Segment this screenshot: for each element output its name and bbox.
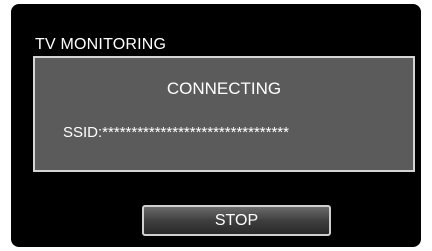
ssid-value: SSID:******************************** [63, 124, 289, 141]
stop-button[interactable]: STOP [142, 205, 331, 236]
connection-dialog: CONNECTING SSID:************************… [33, 56, 415, 172]
camera-screen: TV MONITORING CONNECTING SSID:**********… [11, 4, 421, 247]
connection-status: CONNECTING [166, 79, 282, 98]
screen-title: TV MONITORING [35, 36, 167, 53]
